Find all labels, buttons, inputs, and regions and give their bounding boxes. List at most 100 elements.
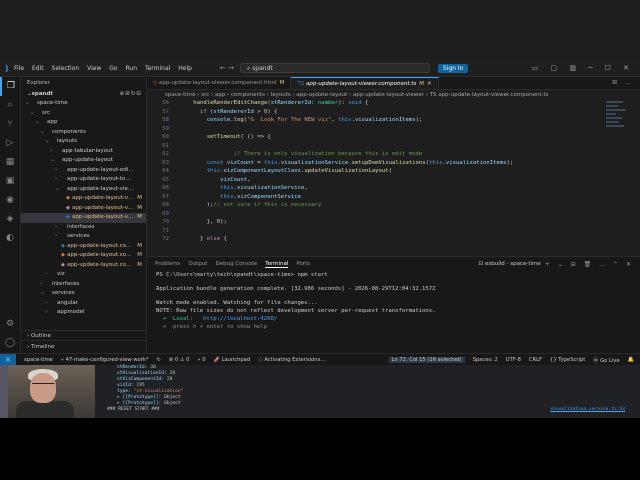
code-line[interactable]: 64 this.vizComponentLayoutClass.updateVi… (147, 167, 640, 176)
sign-in-button[interactable]: Sign In (437, 63, 469, 73)
tree-item[interactable]: › app-update-layout-toolbar (21, 175, 146, 185)
tree-item[interactable]: › services (21, 232, 146, 242)
run-debug-icon[interactable]: ▷ (0, 134, 20, 153)
tree-item[interactable]: › angular (21, 299, 146, 309)
tree-item[interactable]: ⌄ space-time (21, 99, 146, 109)
tree-item[interactable]: ⌄ app (21, 118, 146, 128)
menu-run[interactable]: Run (126, 65, 138, 72)
code-line[interactable]: 68 );// not sure if this is necessary (147, 201, 640, 210)
explorer-toolbar-icons[interactable]: ⊕⊞↻⊟ (120, 89, 142, 99)
tab-problems[interactable]: Problems (155, 261, 180, 267)
status-branch-repo[interactable]: space-time (24, 357, 53, 363)
code-line[interactable]: 60 setTimeout( () => { (147, 133, 640, 142)
tree-item[interactable]: › viz (21, 270, 146, 280)
tree-item[interactable]: › app-tabular-layout (21, 147, 146, 157)
menu-edit[interactable]: Edit (32, 65, 44, 72)
status-cursor-position[interactable]: Ln 72, Col 15 (16 selected) (388, 357, 465, 363)
explorer-icon[interactable]: ❐ (0, 77, 20, 96)
code-line[interactable]: 71 (147, 227, 640, 236)
terminal-output[interactable]: PS C:\Users\marty\tech\spandt\space-time… (147, 271, 640, 331)
menu-file[interactable]: File (14, 65, 24, 72)
code-editor[interactable]: 56 handleRenderEditChange(stRendererId: … (147, 99, 640, 255)
tree-item[interactable]: › app-update-layout-editor (21, 166, 146, 176)
remote-indicator-icon[interactable]: ⟩⟨ (0, 354, 16, 365)
tab-output[interactable]: Output (188, 261, 207, 267)
nav-back-forward-icon[interactable]: ← → (220, 64, 234, 72)
localhost-link[interactable]: http://localhost:4200/ (203, 316, 277, 322)
tree-item[interactable]: ⌄ app-update-layout (21, 156, 146, 166)
git-graph-icon[interactable]: ◈ (0, 210, 20, 229)
remote-explorer-icon[interactable]: ▣ (0, 172, 20, 191)
tree-item[interactable]: ◆app-update-layout.component....M (21, 251, 146, 261)
status-sync-icon[interactable]: ↻ (157, 357, 161, 363)
tree-item[interactable]: ◆app-update-layout.compon...M (21, 261, 146, 271)
menu-help[interactable]: Help (178, 65, 192, 72)
code-line[interactable]: 61 (147, 142, 640, 151)
tree-item[interactable]: ⌄ services (21, 289, 146, 299)
minimap[interactable] (606, 99, 630, 159)
tree-item[interactable]: ◆app-update-layout-viewer....M (21, 204, 146, 214)
timeline-section[interactable]: › Timeline (21, 340, 146, 353)
status-encoding[interactable]: UTF-8 (506, 357, 521, 363)
extensions-icon[interactable]: ▦ (0, 153, 20, 172)
tree-item[interactable]: ◆app-update-layout-viewer....M (21, 213, 146, 223)
tab-viewer-ts[interactable]: TS app-update-layout-viewer.component.ts… (291, 77, 439, 89)
menu-view[interactable]: View (87, 65, 101, 72)
status-go-live[interactable]: ⦿ Go Live (593, 357, 619, 364)
status-eol[interactable]: CRLF (529, 357, 542, 363)
tree-item[interactable]: › appmodel (21, 308, 146, 318)
source-control-icon[interactable]: ⑂ (0, 115, 20, 134)
testing-icon[interactable]: ◉ (0, 191, 20, 210)
code-line[interactable]: 63 const vizCount = this.visualizationSe… (147, 159, 640, 168)
tab-viewer-html[interactable]: ◇ app-update-layout-viewer.component.htm… (147, 77, 292, 89)
status-ports[interactable]: ⑂ 0 (197, 357, 205, 363)
code-line[interactable]: 69 (147, 210, 640, 219)
code-line[interactable]: 56 handleRenderEditChange(stRendererId: … (147, 99, 640, 108)
settings-gear-icon[interactable]: ⚙ (0, 315, 20, 334)
tree-item[interactable]: ◆app-update-layout-viewer....M (21, 194, 146, 204)
status-launchpad[interactable]: 🚀 Launchpad (214, 357, 251, 363)
account-icon[interactable]: ◯ (0, 334, 20, 353)
menu-selection[interactable]: Selection (52, 65, 80, 72)
source-link[interactable]: visualization.service.ts:33 (550, 407, 625, 413)
terminal-instance[interactable]: ⊡ esbuild - space-time (479, 261, 541, 267)
tree-item[interactable]: ⌄ layouts (21, 137, 146, 147)
window-controls[interactable]: ▭ ▢ ▥ ─ ☐ ✕ (532, 64, 634, 72)
command-center-search[interactable]: ⌕ spandt (239, 63, 430, 73)
project-header[interactable]: ⌄ spandt ⊕⊞↻⊟ (21, 89, 146, 99)
code-line[interactable]: 57 if (stRendererId > 0) { (147, 108, 640, 117)
code-line[interactable]: 67 this.vizComponentService (147, 193, 640, 202)
code-line[interactable]: 62 // There is only visualization becaus… (147, 150, 640, 159)
status-problems[interactable]: ⊗ 0 ⚠ 0 (169, 357, 190, 363)
code-line[interactable]: 70 }, 0); (147, 218, 640, 227)
panel-toolbar-icons[interactable]: + ⌄ ⊟ 🗑 … ⌃ ✕ (545, 261, 634, 268)
tab-terminal[interactable]: Terminal (265, 261, 289, 268)
notifications-bell-icon[interactable]: 🔔 (628, 357, 634, 363)
code-line[interactable]: 66 this.visualizationService, (147, 184, 640, 193)
code-line[interactable]: 72 } else { (147, 235, 640, 244)
line-number: 70 (162, 219, 169, 225)
status-indentation[interactable]: Spaces: 2 (473, 357, 498, 363)
editor-actions[interactable]: ⊞ … (612, 77, 634, 89)
tree-item[interactable]: ⌄ src (21, 109, 146, 119)
docker-icon[interactable]: ◐ (0, 229, 20, 248)
code-line[interactable]: 58 console.log("& Look For The NEW viz",… (147, 116, 640, 125)
tree-item[interactable]: ⌄ app-update-layout-viewer (21, 185, 146, 195)
close-tab-icon[interactable]: ✕ (427, 81, 432, 87)
search-view-icon[interactable]: ⌕ (0, 96, 20, 115)
code-line[interactable]: 65 vizCount, (147, 176, 640, 185)
tab-debug-console[interactable]: Debug Console (215, 261, 257, 267)
menu-terminal[interactable]: Terminal (145, 65, 170, 72)
status-git-branch[interactable]: ⑂ 47-make-configured-view-work* (61, 357, 149, 363)
tree-item[interactable]: ◆app-update-layout.component....M (21, 242, 146, 252)
tree-item[interactable]: › interfaces (21, 223, 146, 233)
tab-ports[interactable]: Ports (296, 261, 310, 267)
status-language[interactable]: {} TypeScript (550, 357, 585, 363)
menu-go[interactable]: Go (109, 65, 117, 72)
tree-item-label: app (47, 119, 58, 125)
tree-item[interactable]: › interfaces (21, 280, 146, 290)
tree-item[interactable]: ⌄ components (21, 128, 146, 138)
code-line[interactable]: 59 (147, 125, 640, 134)
console-reset-line: ### RESET START ### visualization.service… (95, 407, 640, 413)
rocket-icon: 🚀 (213, 357, 222, 363)
